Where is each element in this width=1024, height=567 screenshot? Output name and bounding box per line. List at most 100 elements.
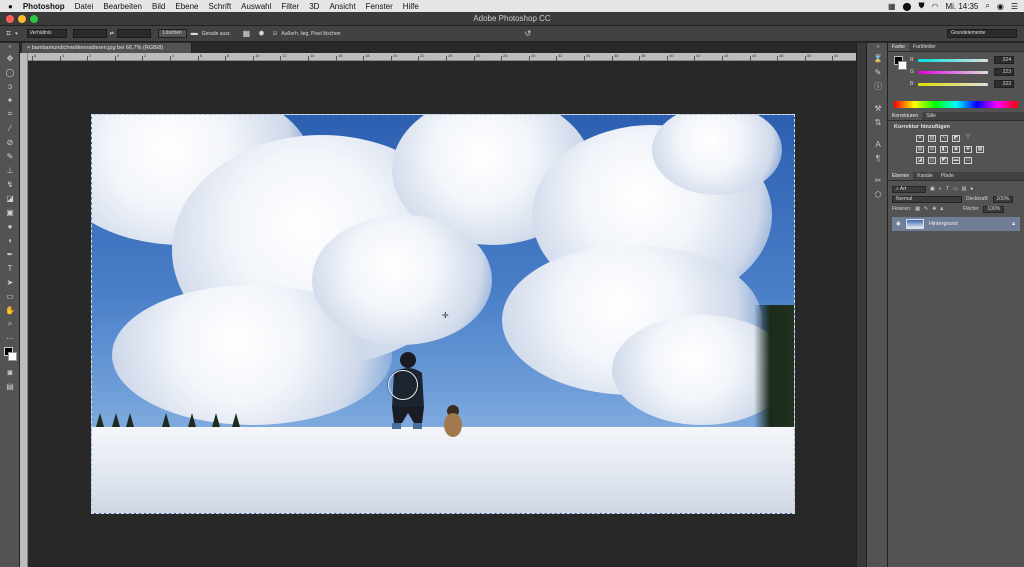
hand-tool-icon[interactable]: ✋ — [0, 303, 20, 317]
eyedropper-tool-icon[interactable]: ⁄ — [0, 121, 20, 135]
rectangle-tool-icon[interactable]: ▭ — [0, 289, 20, 303]
red-slider[interactable] — [918, 58, 988, 62]
red-value[interactable]: 224 — [994, 56, 1014, 64]
healing-brush-icon[interactable]: ⊘ — [0, 135, 20, 149]
collapse-icon[interactable]: » — [0, 43, 20, 51]
user-icon[interactable]: ◉ — [997, 2, 1004, 11]
width-field[interactable] — [72, 29, 107, 38]
shield-icon[interactable]: ⛊ — [918, 1, 924, 11]
menu-3d[interactable]: 3D — [309, 2, 319, 11]
brightness-icon[interactable]: ☀ — [916, 135, 924, 142]
blur-tool-icon[interactable]: ● — [0, 219, 20, 233]
search-icon[interactable]: ⌕ — [985, 1, 989, 11]
visibility-eye-icon[interactable]: ◉ — [896, 221, 901, 227]
marquee-tool-icon[interactable]: ◯ — [0, 65, 20, 79]
close-tab-icon[interactable]: × — [27, 45, 30, 51]
hue-saturation-icon[interactable]: ▤ — [916, 146, 924, 153]
stamp-tool-icon[interactable]: ⊥ — [0, 163, 20, 177]
gradient-map-icon[interactable]: ▬ — [952, 157, 960, 164]
color-balance-icon[interactable]: ⚖ — [928, 146, 936, 153]
apple-menu-icon[interactable]: ● — [8, 2, 13, 11]
vertical-scrollbar[interactable] — [856, 43, 866, 567]
menu-ebene[interactable]: Ebene — [175, 2, 198, 11]
menu-list-icon[interactable]: ☰ — [1011, 2, 1018, 11]
menu-schrift[interactable]: Schrift — [209, 2, 232, 11]
clear-button[interactable]: Löschen — [157, 29, 187, 38]
background-swatch[interactable] — [898, 61, 907, 70]
minimize-window-button[interactable] — [18, 15, 26, 23]
lock-all-icon[interactable]: 🔒︎ — [940, 206, 943, 212]
menu-filter[interactable]: Filter — [281, 2, 299, 11]
menu-bild[interactable]: Bild — [152, 2, 165, 11]
crop-tool-icon[interactable]: ⌗ — [6, 28, 11, 39]
tab-channels[interactable]: Kanäle — [913, 172, 937, 180]
gear-icon[interactable]: ✹ — [258, 29, 265, 38]
brush-settings-icon[interactable]: ⚒ — [867, 101, 889, 115]
layer-filter-dropdown[interactable]: ⌕ Art — [892, 185, 926, 193]
photo-filter-icon[interactable]: ◉ — [952, 146, 960, 153]
type-tool-icon[interactable]: T — [0, 261, 20, 275]
posterize-icon[interactable]: ◫ — [928, 157, 936, 164]
canvas-area[interactable]: ✛ — [28, 61, 856, 567]
fill-field[interactable]: 100% — [983, 205, 1005, 213]
menu-photoshop[interactable]: Photoshop — [23, 2, 65, 11]
history-brush-icon[interactable]: ↯ — [0, 177, 20, 191]
selective-color-icon[interactable]: ▭ — [964, 157, 972, 164]
layer-row-background[interactable]: ◉ Hintergrund 🔒︎ — [892, 217, 1020, 231]
history-icon[interactable]: ⌛ — [867, 51, 889, 65]
reset-icon[interactable]: ↺ — [525, 29, 532, 38]
filter-type-icon[interactable]: T — [946, 186, 949, 192]
delete-pixels-checkbox[interactable]: ☑ — [273, 31, 277, 37]
character-icon[interactable]: A — [867, 137, 889, 151]
pen-tool-icon[interactable]: ✒ — [0, 247, 20, 261]
document-image[interactable]: ✛ — [91, 114, 795, 514]
filter-adjustment-icon[interactable]: ◐ — [939, 186, 942, 192]
menu-bearbeiten[interactable]: Bearbeiten — [103, 2, 142, 11]
tab-color[interactable]: Farbe — [888, 43, 910, 51]
clone-source-icon[interactable]: ⇅ — [867, 115, 889, 129]
color-swatches-icon[interactable] — [0, 345, 20, 365]
curves-icon[interactable]: ∿ — [940, 135, 948, 142]
filter-smart-icon[interactable]: ▤ — [962, 186, 967, 192]
menu-fenster[interactable]: Fenster — [366, 2, 393, 11]
eraser-tool-icon[interactable]: ◪ — [0, 191, 20, 205]
filter-toggle-icon[interactable]: ● — [970, 186, 973, 192]
maximize-window-button[interactable] — [30, 15, 38, 23]
path-selection-icon[interactable]: ➤ — [0, 275, 20, 289]
move-tool-icon[interactable]: ✥ — [0, 51, 20, 65]
filter-shape-icon[interactable]: ▭ — [953, 186, 958, 192]
tab-paths[interactable]: Pfade — [937, 172, 958, 180]
status-icon[interactable]: ▦ — [888, 2, 896, 11]
filter-pixel-icon[interactable]: ▣ — [930, 186, 935, 192]
info-icon[interactable]: ⓘ — [867, 79, 889, 93]
straighten-button[interactable]: Gerade ausr. — [202, 31, 231, 37]
levels-icon[interactable]: ▥ — [928, 135, 936, 142]
tab-layers[interactable]: Ebenen — [888, 172, 914, 180]
horizontal-ruler[interactable]: 6 4 2 0 2 4 6 8 10 12 14 16 18 20 22 24 26 28 30 32 34 36 38 40… — [28, 53, 856, 61]
lasso-tool-icon[interactable]: ↄ — [0, 79, 20, 93]
green-value[interactable]: 223 — [994, 68, 1014, 76]
tool-preset-dropdown-icon[interactable]: ▾ — [15, 31, 18, 37]
screen-mode-icon[interactable]: ▤ — [0, 379, 20, 393]
brush-tool-icon[interactable]: ✎ — [0, 149, 20, 163]
black-white-icon[interactable]: ◧ — [940, 146, 948, 153]
menu-ansicht[interactable]: Ansicht — [329, 2, 355, 11]
lock-brush-icon[interactable]: ✎ — [924, 206, 928, 212]
color-lookup-icon[interactable]: ▦ — [976, 146, 984, 153]
straighten-icon[interactable]: ▬ — [191, 30, 198, 37]
opacity-field[interactable]: 100% — [992, 195, 1014, 203]
blue-value[interactable]: 223 — [994, 80, 1014, 88]
tab-styles[interactable]: Stile — [922, 112, 940, 120]
vertical-ruler[interactable] — [20, 53, 28, 567]
menu-datei[interactable]: Datei — [75, 2, 94, 11]
color-spectrum[interactable] — [894, 101, 1018, 108]
menu-hilfe[interactable]: Hilfe — [403, 2, 419, 11]
height-field[interactable] — [116, 29, 151, 38]
more-tools-icon[interactable]: ⋯ — [0, 331, 20, 345]
tool-presets-icon[interactable]: ✂ — [867, 173, 889, 187]
background-color[interactable] — [8, 352, 17, 361]
dodge-tool-icon[interactable]: ◖ — [0, 233, 20, 247]
clock[interactable]: Mi. 14:35 — [945, 2, 978, 11]
gradient-tool-icon[interactable]: ▣ — [0, 205, 20, 219]
green-slider[interactable] — [918, 70, 988, 74]
